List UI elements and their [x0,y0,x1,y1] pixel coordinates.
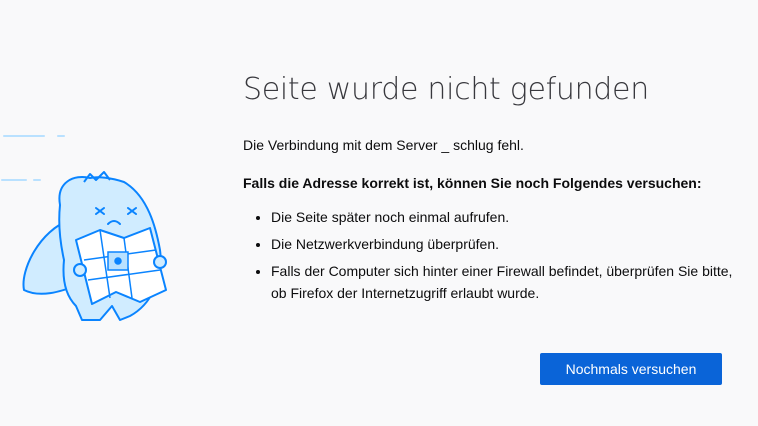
list-item: Die Seite später noch einmal aufrufen. [271,206,733,228]
error-content: Seite wurde nicht gefunden Die Verbindun… [243,68,733,309]
list-item: Die Netzwerkverbindung überprüfen. [271,233,733,255]
page-title: Seite wurde nicht gefunden [243,72,649,107]
retry-button[interactable]: Nochmals versuchen [540,353,722,385]
error-description: Die Verbindung mit dem Server _ schlug f… [243,137,524,153]
suggestion-list: Die Seite später noch einmal aufrufen. D… [243,206,733,304]
list-item: Falls der Computer sich hinter einer Fir… [271,260,733,304]
suggestion-heading: Falls die Adresse korrekt ist, können Si… [243,175,702,191]
lost-dino-with-map-icon [0,120,200,340]
